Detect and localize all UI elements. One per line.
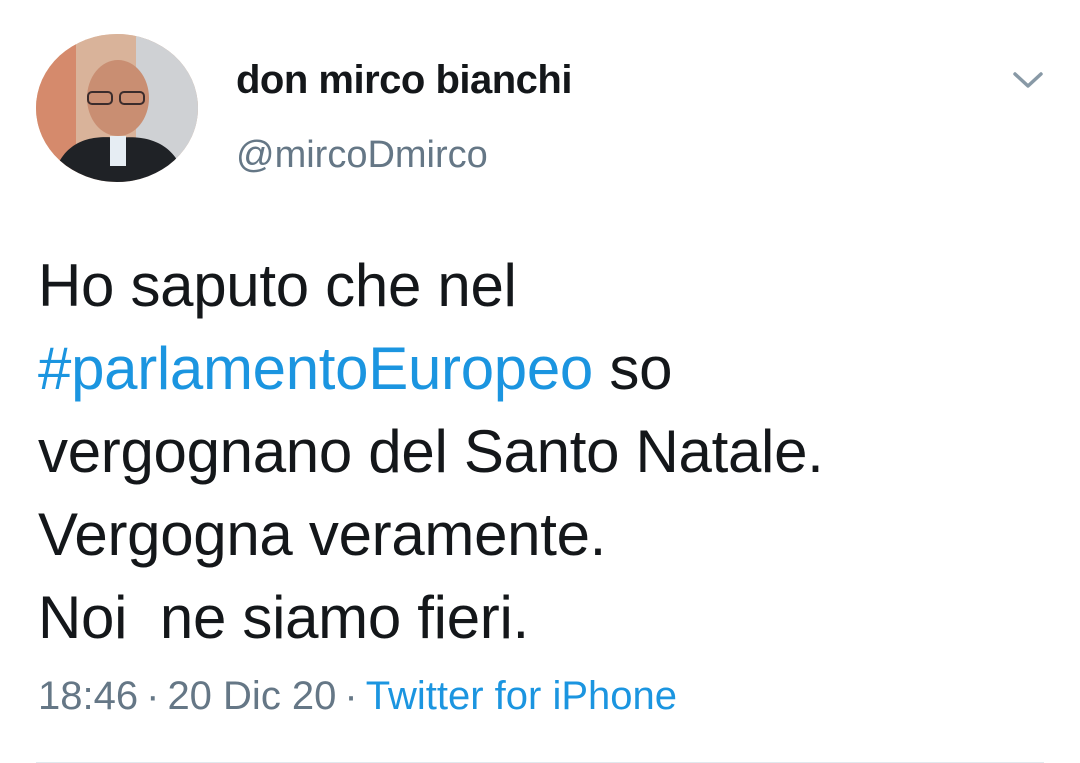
- author-avatar[interactable]: [36, 34, 198, 182]
- tweet-text-line: Ho saputo che nel: [38, 252, 517, 319]
- tweet-time[interactable]: 18:46: [38, 674, 138, 718]
- meta-separator: ·: [146, 674, 160, 718]
- tweet-text: Ho saputo che nel #parlamentoEuropeo so …: [38, 244, 1048, 659]
- chevron-down-icon[interactable]: [1010, 66, 1046, 94]
- meta-separator: ·: [344, 674, 358, 718]
- hashtag-link[interactable]: #parlamentoEuropeo: [38, 335, 593, 402]
- tweet-detail: don mirco bianchi @mircoDmirco Ho saputo…: [0, 0, 1080, 763]
- profile-photo-icon: [36, 34, 198, 182]
- tweet-text-segment: so: [593, 335, 673, 402]
- tweet-text-line: vergognano del Santo Natale.: [38, 418, 824, 485]
- tweet-date[interactable]: 20 Dic 20: [167, 674, 336, 718]
- tweet-text-line: Vergogna veramente.: [38, 501, 607, 568]
- tweet-metadata: 18:46 · 20 Dic 20 · Twitter for iPhone: [38, 674, 677, 719]
- author-display-name[interactable]: don mirco bianchi: [236, 58, 572, 103]
- author-handle[interactable]: @mircoDmirco: [236, 134, 488, 177]
- tweet-text-line: Noi ne siamo fieri.: [38, 584, 529, 651]
- tweet-source-link[interactable]: Twitter for iPhone: [366, 674, 677, 718]
